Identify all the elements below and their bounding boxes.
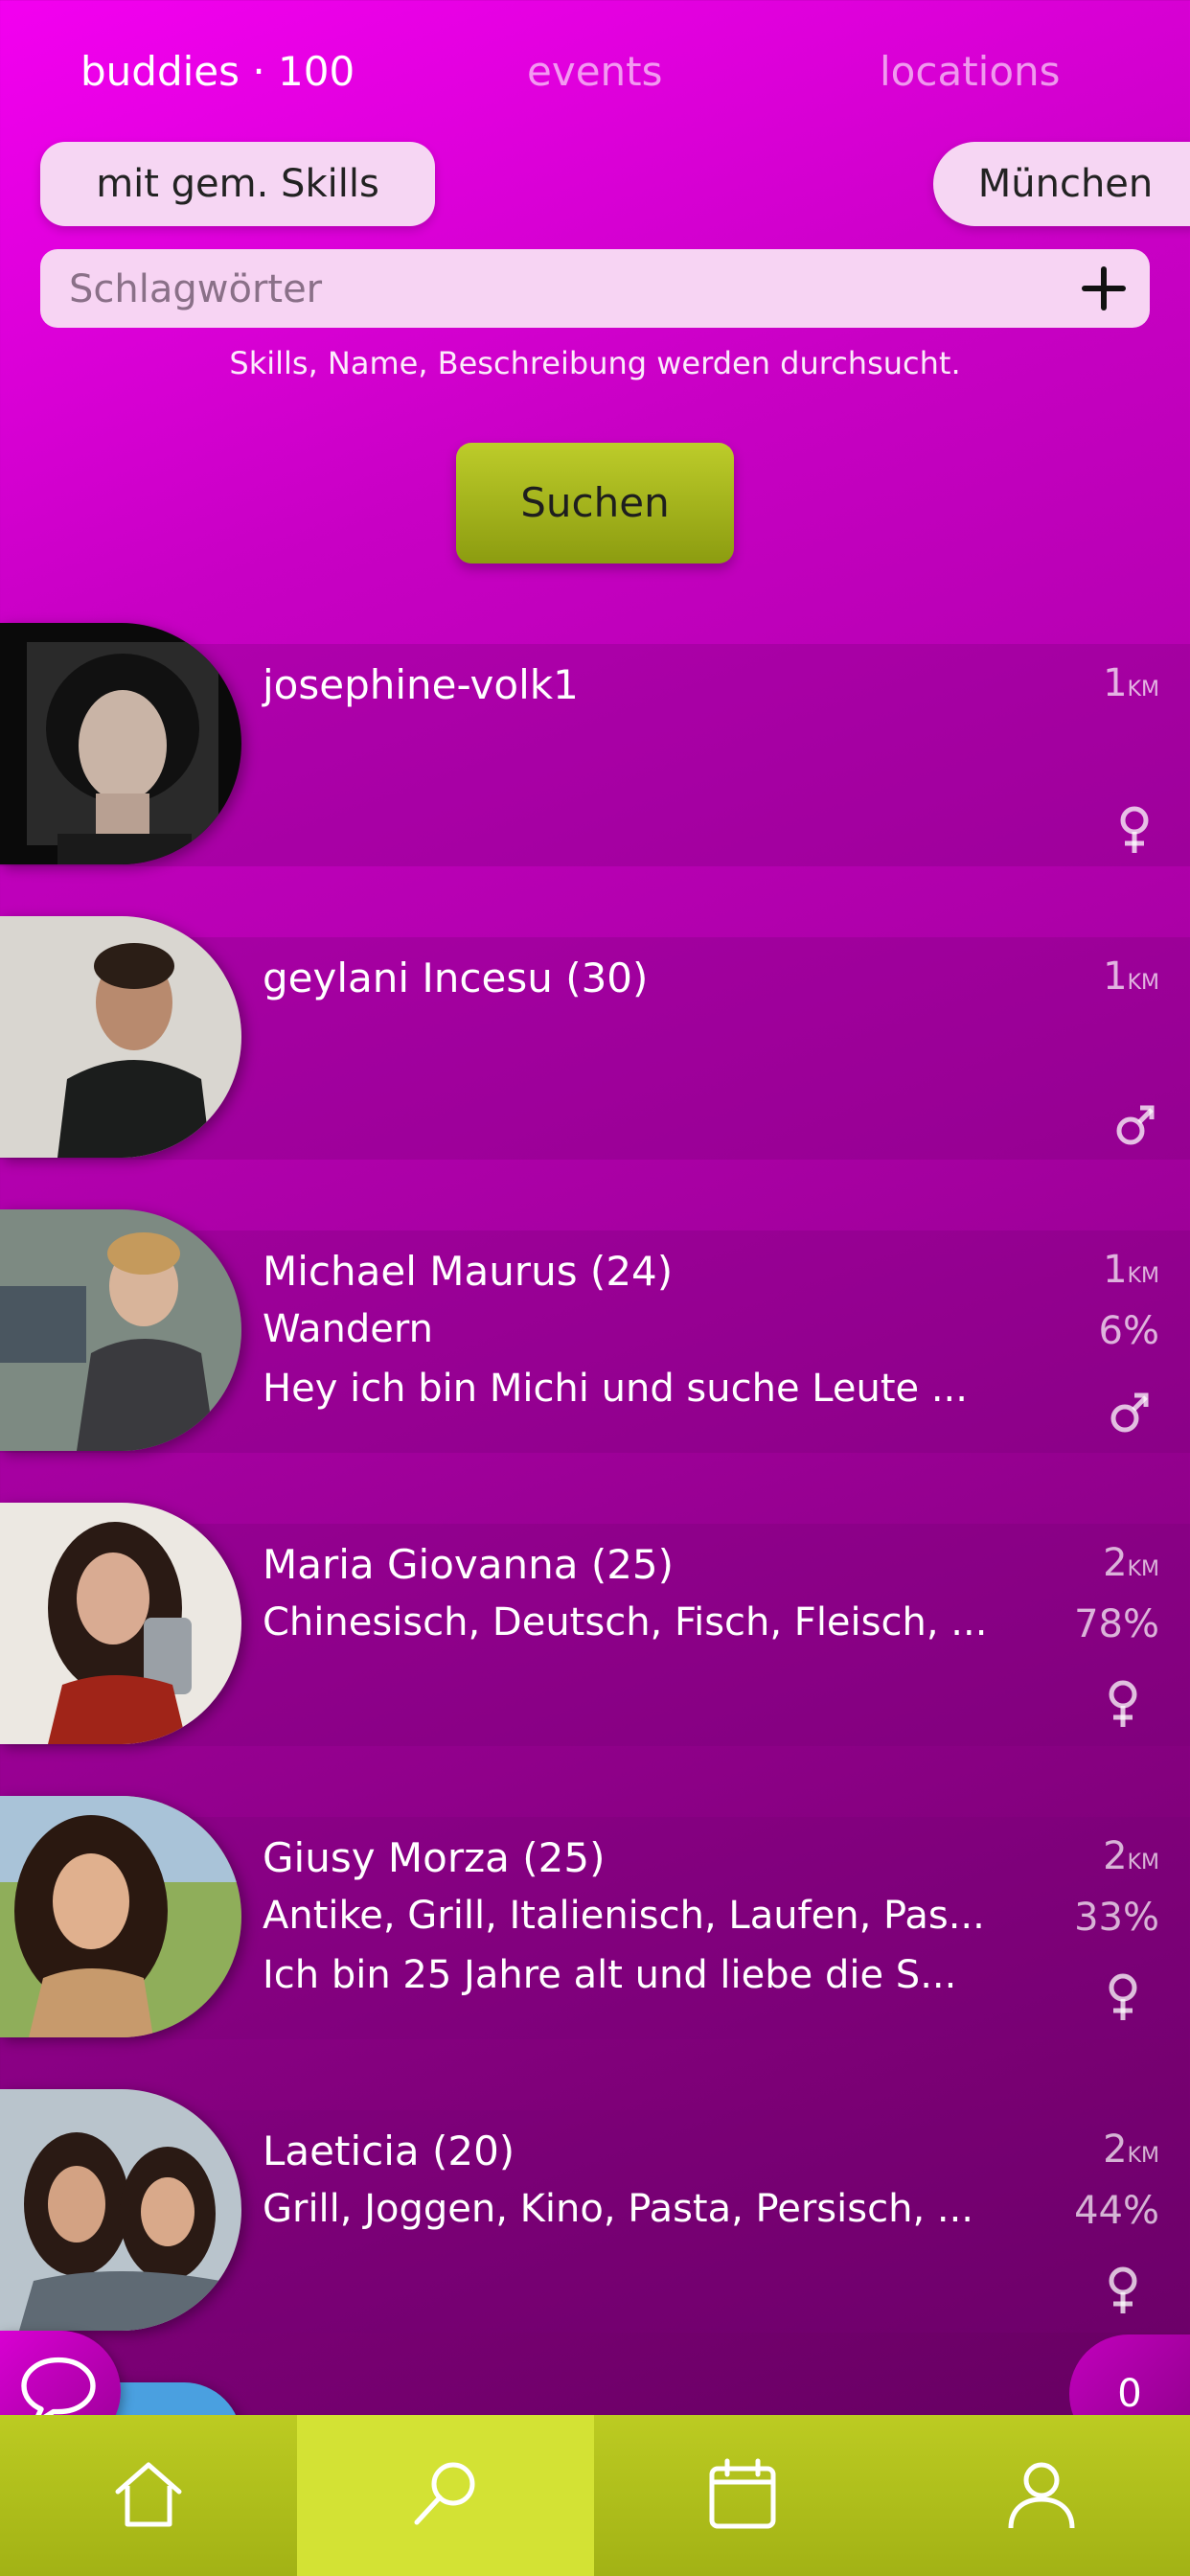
portrait-image [0,623,241,864]
buddy-row[interactable]: Maria Giovanna (25) Chinesisch, Deutsch,… [0,1503,1190,1748]
avatar [0,1503,241,1744]
profile-icon [1008,2462,1075,2529]
distance: 2KM [1103,2128,1159,2172]
match-percent: 6% [1098,1309,1159,1353]
search-icon [414,2462,475,2525]
distance: 2KM [1103,1541,1159,1585]
buddy-name: geylani Incesu (30) [263,954,649,1001]
distance: 1KM [1103,1248,1159,1292]
female-icon [1109,1680,1137,1727]
buddy-row[interactable]: josephine-volk1 1KM [0,623,1190,868]
buddy-name: Laeticia (20) [263,2128,515,2174]
buddy-row[interactable]: geylani Incesu (30) 1KM [0,916,1190,1162]
buddy-skills: Chinesisch, Deutsch, Fisch, Fleisch, ... [263,1600,988,1644]
portrait-image [0,1503,241,1744]
avatar [0,623,241,864]
portrait-image [0,916,241,1158]
male-icon [1110,1392,1149,1433]
nav-home[interactable] [0,2415,297,2576]
tab-buddies[interactable]: buddies · 100 [80,38,355,105]
match-percent: 78% [1074,1602,1159,1646]
buddy-name: josephine-volk1 [263,661,579,708]
distance: 1KM [1103,661,1159,705]
portrait-image [0,2089,241,2331]
distance: 1KM [1103,954,1159,999]
calendar-icon [709,2458,776,2529]
nav-search[interactable] [297,2415,594,2576]
search-hint: Skills, Name, Beschreibung werden durchs… [229,345,961,381]
city-label: München [977,162,1154,206]
avatar [0,1209,241,1451]
avatar [0,916,241,1158]
keyword-input[interactable] [67,249,1029,330]
female-icon [1120,806,1149,853]
nav-profile[interactable] [893,2415,1190,2576]
female-icon [1109,2266,1137,2313]
add-keyword-button[interactable] [1075,260,1133,317]
tab-locations[interactable]: locations [880,38,1061,105]
buddy-row[interactable]: Giusy Morza (25) Antike, Grill, Italieni… [0,1796,1190,2041]
bottom-nav [0,2415,1190,2576]
top-tabs: buddies · 100 events locations [0,38,1190,105]
portrait-image [0,1209,241,1451]
buddy-name: Giusy Morza (25) [263,1834,606,1881]
match-percent: 33% [1074,1896,1159,1940]
distance: 2KM [1103,1834,1159,1878]
buddy-skills: Grill, Joggen, Kino, Pasta, Persisch, ..… [263,2187,974,2231]
buddy-skills: Wandern [263,1307,433,1351]
keyword-search-box [40,249,1150,330]
nav-calendar[interactable] [594,2415,891,2576]
buddy-name: Maria Giovanna (25) [263,1541,675,1588]
skills-filter-chip[interactable]: mit gem. Skills [40,142,435,226]
buddy-description: Hey ich bin Michi und suche Leute ... [263,1367,968,1411]
home-icon [115,2462,182,2527]
portrait-image [0,1796,241,2037]
avatar [0,2089,241,2331]
buddy-description: Ich bin 25 Jahre alt und liebe die S... [263,1953,957,1997]
buddy-name: Michael Maurus (24) [263,1248,674,1295]
match-percent: 44% [1074,2189,1159,2233]
avatar [0,1796,241,2037]
plus-icon [1082,266,1126,310]
tab-events[interactable]: events [527,38,663,105]
city-filter-chip[interactable]: München [933,142,1190,226]
buddy-row[interactable]: Michael Maurus (24) Wandern Hey ich bin … [0,1209,1190,1455]
female-icon [1109,1973,1137,2020]
search-button[interactable]: Suchen [456,443,734,564]
buddy-row[interactable]: Laeticia (20) Grill, Joggen, Kino, Pasta… [0,2089,1190,2334]
male-icon [1116,1105,1155,1145]
buddy-skills: Antike, Grill, Italienisch, Laufen, Pas.… [263,1894,985,1938]
